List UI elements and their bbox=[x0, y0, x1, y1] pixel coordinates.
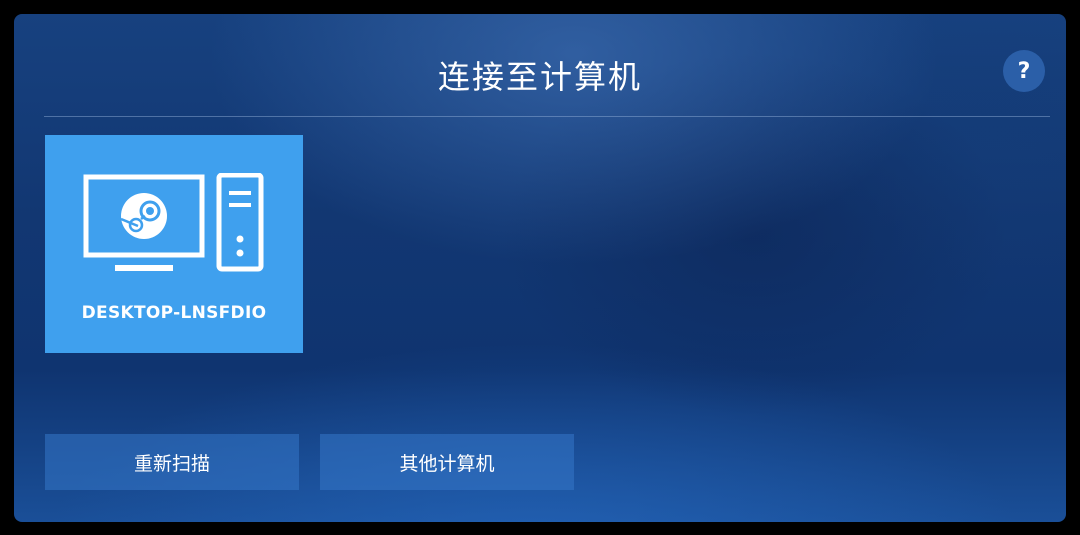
computer-name: DESKTOP-LNSFDIO bbox=[81, 303, 267, 323]
steam-pc-icon bbox=[83, 173, 264, 272]
help-button[interactable]: ? bbox=[1003, 50, 1045, 92]
header-divider bbox=[44, 116, 1050, 117]
other-computer-button[interactable]: 其他计算机 bbox=[320, 434, 574, 490]
rescan-button[interactable]: 重新扫描 bbox=[45, 434, 299, 490]
computer-tile[interactable]: DESKTOP-LNSFDIO bbox=[45, 135, 303, 353]
page-title: 连接至计算机 bbox=[437, 58, 642, 96]
connect-screen: 连接至计算机 ? DESKTOP-LNSFDIO 重新扫描 其他计算机 bbox=[14, 14, 1066, 522]
question-mark-icon: ? bbox=[1017, 58, 1031, 84]
